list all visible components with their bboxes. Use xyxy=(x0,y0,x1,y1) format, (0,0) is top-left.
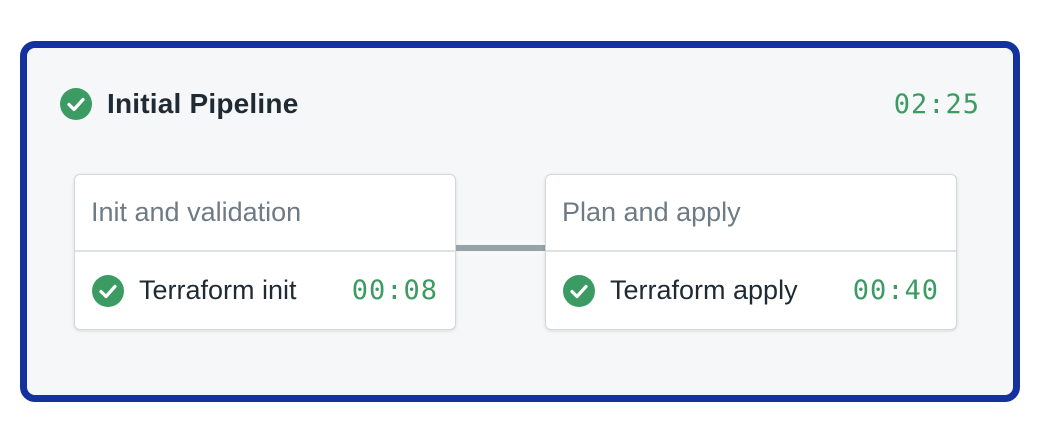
pipeline-card: Initial Pipeline 02:25 Init and validati… xyxy=(20,41,1020,402)
block-plan-and-apply: Plan and apply Terraform apply 00:40 xyxy=(545,174,957,330)
job-name[interactable]: Terraform init xyxy=(139,275,297,306)
pipeline-title[interactable]: Initial Pipeline xyxy=(107,88,298,120)
block-init-and-validation: Init and validation Terraform init 00:08 xyxy=(74,174,456,330)
block-title: Plan and apply xyxy=(546,175,956,252)
job-terraform-apply[interactable]: Terraform apply 00:40 xyxy=(546,252,956,329)
pipeline-duration: 02:25 xyxy=(893,88,980,120)
pipeline-header: Initial Pipeline 02:25 xyxy=(60,81,980,127)
block-title: Init and validation xyxy=(75,175,455,252)
job-terraform-init[interactable]: Terraform init 00:08 xyxy=(75,252,455,329)
job-name[interactable]: Terraform apply xyxy=(610,275,798,306)
block-connector xyxy=(456,245,545,251)
check-circle-icon xyxy=(92,274,124,307)
job-duration: 00:08 xyxy=(351,275,438,306)
check-circle-icon xyxy=(60,88,92,120)
check-circle-icon xyxy=(563,274,595,307)
job-duration: 00:40 xyxy=(852,275,939,306)
